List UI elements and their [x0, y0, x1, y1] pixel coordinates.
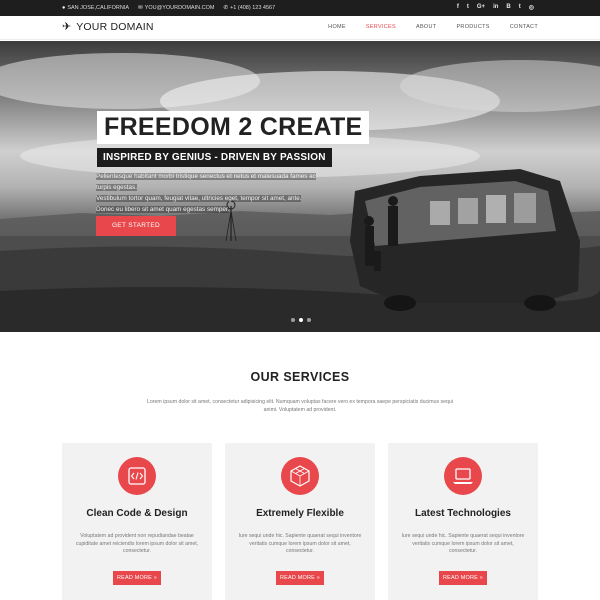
slider-dot[interactable] [307, 318, 311, 322]
slider-pagination [291, 318, 311, 322]
service-icon-circle [444, 457, 482, 495]
service-text: Voluptatem ad provident non repudiandae … [75, 533, 199, 554]
hero-text-line: Donec eu libero sit amet quam egestas se… [96, 206, 230, 213]
nav-item-about[interactable]: ABOUT [416, 24, 436, 30]
nav-item-contact[interactable]: CONTACT [510, 24, 538, 30]
slider-dot-active[interactable] [299, 318, 303, 322]
get-started-button[interactable]: GET STARTED [96, 216, 176, 236]
instagram-icon[interactable]: ◎ [529, 4, 534, 11]
hero-text-line: Vestibulum tortor quam, feugiat vitae, u… [96, 195, 302, 202]
services-heading: OUR SERVICES [250, 370, 350, 384]
google-plus-icon[interactable]: G+ [477, 4, 485, 11]
hexagon-icon [290, 465, 310, 487]
hero-paragraph: Pellentesque habitant morbi tristique se… [96, 171, 316, 215]
behance-icon[interactable]: B [506, 4, 510, 11]
airplane-icon: ✈ [62, 20, 72, 33]
top-info-bar: ● SAN JOSE,CALIFORNIA ✉ YOU@YOURDOMAIN.COM… [0, 0, 600, 16]
linkedin-icon[interactable]: in [493, 4, 498, 11]
hero-slider: FREEDOM 2 CREATE INSPIRED BY GENIUS - DR… [0, 41, 600, 332]
service-icon-circle [118, 457, 156, 495]
site-logo[interactable]: ✈ YOUR DOMAIN [62, 21, 154, 33]
nav-item-services[interactable]: SERVICES [366, 24, 396, 30]
service-title: Extremely Flexible [256, 508, 344, 519]
services-description: Lorem ipsum dolor sit amet, consectetur … [147, 399, 453, 413]
service-card-flexible: Extremely Flexible Iure sequi unde hic. … [225, 443, 375, 600]
social-links: f t G+ in B t ◎ [457, 4, 534, 11]
service-text: Iure sequi unde hic. Sapiente quaerat se… [401, 533, 525, 554]
service-card-clean-code: Clean Code & Design Voluptatem ad provid… [62, 443, 212, 600]
phone-text[interactable]: +1 (408) 123 4567 [230, 5, 275, 11]
read-more-button[interactable]: READ MORE » [113, 571, 161, 585]
facebook-icon[interactable]: f [457, 4, 459, 11]
slider-dot[interactable] [291, 318, 295, 322]
email-text[interactable]: YOU@YOURDOMAIN.COM [145, 5, 215, 11]
nav-item-products[interactable]: PRODUCTS [456, 24, 489, 30]
nav-item-home[interactable]: HOME [328, 24, 346, 30]
map-pin-icon: ● [62, 5, 66, 11]
read-more-button[interactable]: READ MORE » [276, 571, 324, 585]
hero-title: FREEDOM 2 CREATE [97, 111, 369, 144]
contact-info: ● SAN JOSE,CALIFORNIA ✉ YOU@YOURDOMAIN.COM… [62, 5, 275, 11]
tumblr-icon[interactable]: t [519, 4, 521, 11]
code-icon [128, 467, 146, 485]
phone-item[interactable]: ✆ +1 (408) 123 4567 [223, 5, 275, 11]
service-text: Iure sequi unde hic. Sapiente quaerat se… [238, 533, 362, 554]
email-item[interactable]: ✉ YOU@YOURDOMAIN.COM [138, 5, 214, 11]
service-icon-circle [281, 457, 319, 495]
hero-text-line: Pellentesque habitant morbi tristique se… [96, 173, 316, 191]
site-header: ✈ YOUR DOMAIN HOME SERVICES ABOUT PRODUC… [0, 16, 600, 40]
address-text: SAN JOSE,CALIFORNIA [67, 5, 130, 11]
main-nav: HOME SERVICES ABOUT PRODUCTS CONTACT [328, 24, 538, 30]
hero-subtitle: INSPIRED BY GENIUS - DRIVEN BY PASSION [97, 148, 332, 167]
twitter-icon[interactable]: t [467, 4, 469, 11]
service-title: Latest Technologies [415, 508, 511, 519]
laptop-icon [453, 468, 473, 484]
address-item: ● SAN JOSE,CALIFORNIA [62, 5, 129, 11]
service-card-technologies: Latest Technologies Iure sequi unde hic.… [388, 443, 538, 600]
read-more-button[interactable]: READ MORE » [439, 571, 487, 585]
logo-text[interactable]: YOUR DOMAIN [76, 21, 153, 33]
service-title: Clean Code & Design [86, 508, 188, 519]
envelope-icon: ✉ [138, 5, 143, 11]
phone-icon: ✆ [223, 5, 229, 11]
